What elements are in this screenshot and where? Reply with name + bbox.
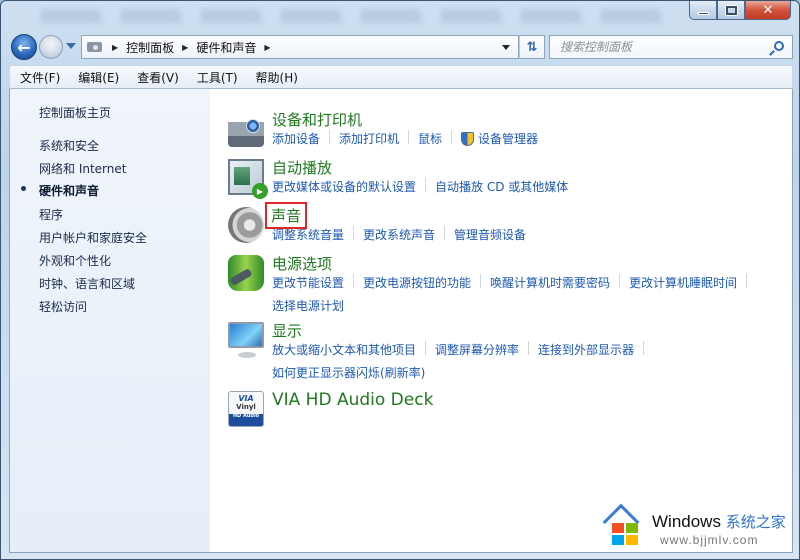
refresh-button[interactable]: ⇅ [519,35,545,59]
category-title[interactable]: 自动播放 [272,157,332,178]
link-device-manager-label: 设备管理器 [478,132,539,146]
link-separator [528,341,530,355]
back-arrow-icon: ← [17,37,31,57]
via-vinyl-icon[interactable]: VIA Vinyl HD Audio [228,391,264,427]
link-external-display[interactable]: 连接到外部显示器 [538,341,634,358]
search-box [549,35,793,59]
close-button[interactable]: ✕ [745,1,791,20]
link-mouse[interactable]: 鼠标 [418,130,442,147]
menu-edit[interactable]: 编辑(E) [76,67,121,88]
minimize-icon [697,11,709,15]
sidebar: 控制面板主页 系统和安全 网络和 Internet 硬件和声音 程序 用户帐户和… [10,89,210,552]
control-panel-window: ✕ ← ▶ 控制面板 ▶ 硬件和声音 ▶ ⇅ 文件(F) 编辑(E) 查看(V)… [0,0,800,560]
current-item-bullet-icon [21,186,26,191]
forward-button[interactable] [39,35,63,59]
link-adjust-volume[interactable]: 调整系统音量 [272,226,344,243]
category-title[interactable]: VIA HD Audio Deck [272,390,433,410]
link-separator [619,274,621,288]
sidebar-item-appearance[interactable]: 外观和个性化 [39,252,111,269]
maximize-button[interactable] [717,1,745,20]
breadcrumb-separator-icon[interactable]: ▶ [264,43,270,52]
link-separator [480,274,482,288]
link-separator [425,341,427,355]
recent-pages-dropdown[interactable] [66,43,76,49]
link-separator [444,226,446,240]
via-logo-text: VIA [238,394,254,403]
link-separator [425,178,427,192]
navigation-bar: ← ▶ 控制面板 ▶ 硬件和声音 ▶ ⇅ [9,33,793,61]
menu-view[interactable]: 查看(V) [135,67,181,88]
watermark-title: Windows 系统之家 [652,512,786,531]
minimize-button[interactable] [689,1,717,20]
via-vinyl-text: Vinyl [236,403,256,411]
link-resize-text[interactable]: 放大或缩小文本和其他项目 [272,341,416,358]
sidebar-item-user-accounts[interactable]: 用户帐户和家庭安全 [39,229,147,246]
menu-tools[interactable]: 工具(T) [195,67,240,88]
close-icon: ✕ [762,2,774,18]
speaker-icon[interactable] [228,207,264,243]
category-title[interactable]: 显示 [272,320,302,341]
link-separator [353,226,355,240]
address-bar[interactable]: ▶ 控制面板 ▶ 硬件和声音 ▶ [81,35,519,59]
link-separator [643,341,645,355]
link-power-saving[interactable]: 更改节能设置 [272,274,344,291]
breadcrumb-control-panel[interactable]: 控制面板 [126,39,174,56]
sidebar-item-hardware-sound[interactable]: 硬件和声音 [39,182,99,199]
watermark-url: www.bjjmlv.com [660,533,759,547]
link-separator [353,274,355,288]
sidebar-item-clock-language[interactable]: 时钟、语言和区域 [39,275,135,292]
address-dropdown-icon[interactable] [502,45,510,50]
menu-file[interactable]: 文件(F) [18,67,62,88]
link-device-manager[interactable]: 设备管理器 [461,130,538,147]
link-choose-power-plan[interactable]: 选择电源计划 [272,297,344,314]
link-refresh-rate[interactable]: 如何更正显示器闪烁(刷新率) [272,364,425,381]
main-panel: 设备和打印机 添加设备 添加打印机 鼠标 设备管理器 自动播放 更改媒体或设备的… [210,89,792,552]
uac-shield-icon [461,131,475,146]
category-title-highlighted[interactable]: 声音 [264,202,308,229]
link-autoplay-cd[interactable]: 自动播放 CD 或其他媒体 [435,178,568,195]
link-sleep-time[interactable]: 更改计算机睡眠时间 [629,274,737,291]
menu-bar: 文件(F) 编辑(E) 查看(V) 工具(T) 帮助(H) [9,65,793,89]
link-separator [329,130,331,144]
search-input[interactable] [560,40,760,54]
sidebar-item-system-security[interactable]: 系统和安全 [39,137,99,154]
link-screen-resolution[interactable]: 调整屏幕分辨率 [435,341,519,358]
link-power-buttons[interactable]: 更改电源按钮的功能 [363,274,471,291]
link-change-sounds[interactable]: 更改系统声音 [363,226,435,243]
breadcrumb-separator-icon[interactable]: ▶ [112,43,118,52]
sidebar-item-network[interactable]: 网络和 Internet [39,160,126,177]
link-separator [408,130,410,144]
autoplay-icon[interactable] [228,159,268,199]
menu-help[interactable]: 帮助(H) [254,67,300,88]
sidebar-item-home[interactable]: 控制面板主页 [39,104,111,121]
search-icon[interactable] [774,41,784,51]
link-add-printer[interactable]: 添加打印机 [339,130,399,147]
link-separator [746,274,748,288]
link-wake-password[interactable]: 唤醒计算机时需要密码 [490,274,610,291]
maximize-icon [725,5,737,15]
link-add-device[interactable]: 添加设备 [272,130,320,147]
refresh-icon: ⇅ [526,39,538,55]
back-button[interactable]: ← [11,34,37,60]
title-bar: ✕ [1,1,799,31]
link-separator [451,130,453,144]
printer-camera-icon[interactable] [228,111,264,147]
content-area: 控制面板主页 系统和安全 网络和 Internet 硬件和声音 程序 用户帐户和… [9,89,793,553]
breadcrumb-separator-icon[interactable]: ▶ [182,43,188,52]
power-battery-icon[interactable] [228,255,264,291]
watermark: Windows 系统之家 www.bjjmlv.com [598,503,793,551]
link-manage-audio-devices[interactable]: 管理音频设备 [454,226,526,243]
control-panel-icon [86,39,104,55]
category-title[interactable]: 设备和打印机 [272,109,362,130]
sidebar-item-ease-of-access[interactable]: 轻松访问 [39,298,87,315]
breadcrumb-hardware-sound[interactable]: 硬件和声音 [196,39,256,56]
sidebar-item-programs[interactable]: 程序 [39,206,63,223]
via-hd-text: HD Audio [232,413,260,419]
windows-house-logo-icon [602,503,646,545]
monitor-icon[interactable] [228,322,264,358]
category-title[interactable]: 电源选项 [272,253,332,274]
link-change-media-defaults[interactable]: 更改媒体或设备的默认设置 [272,178,416,195]
blurred-taskbar-background [41,9,661,23]
